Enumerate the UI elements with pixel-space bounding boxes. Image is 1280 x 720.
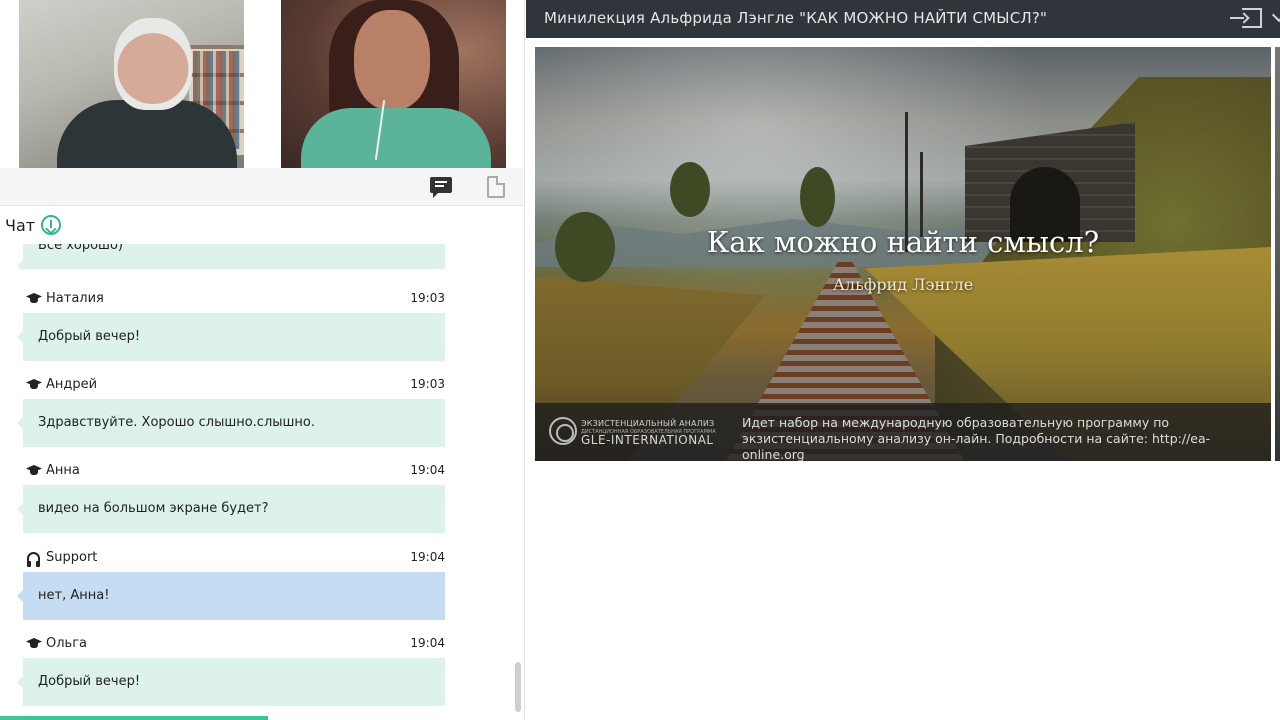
- message-bubble: видео на большом экране будет?: [17, 485, 445, 533]
- webinar-room: Чат Все хорошо) Наталия 19:03 Добрый веч…: [0, 0, 1280, 720]
- message-header: Наталия 19:03: [23, 291, 445, 309]
- chat-message: Наталия 19:03 Добрый вечер!: [17, 291, 445, 361]
- chat-line: [435, 181, 447, 183]
- panel-toolbar: [0, 168, 524, 206]
- message-bubble: Добрый вечер!: [17, 658, 445, 706]
- chat-line: [435, 185, 444, 187]
- message-text: Здравствуйте. Хорошо слышно.слышно.: [38, 415, 316, 430]
- message-header: Анна 19:04: [23, 463, 445, 481]
- message-text: Добрый вечер!: [38, 329, 141, 344]
- slide-subtitle: Альфрид Лэнгле: [832, 275, 974, 294]
- message-text: Все хорошо): [38, 244, 123, 253]
- message-author: Анна: [46, 463, 80, 478]
- presentation-header: Минилекция Альфрида Лэнгле "КАК МОЖНО НА…: [526, 0, 1280, 38]
- graduation-cap-icon: [26, 293, 42, 305]
- next-slide-edge: [1275, 47, 1280, 461]
- message-text: нет, Анна!: [38, 588, 110, 603]
- message-bubble: Здравствуйте. Хорошо слышно.слышно.: [17, 399, 445, 447]
- message-header: Андрей 19:03: [23, 377, 445, 395]
- download-icon[interactable]: [41, 215, 62, 235]
- chat-title: Чат: [5, 215, 36, 235]
- document-icon[interactable]: [487, 176, 505, 198]
- message-time: 19:04: [410, 636, 445, 650]
- message-bubble: Добрый вечер!: [17, 313, 445, 361]
- message-time: 19:04: [410, 550, 445, 564]
- message-author: Support: [46, 550, 98, 565]
- slide-tree: [800, 167, 835, 227]
- chevron-down-icon[interactable]: [1271, 7, 1280, 23]
- message-time: 19:03: [410, 377, 445, 391]
- slide-footer: ЭКЗИСТЕНЦИАЛЬНЫЙ АНАЛИЗ ДИСТАНЦИОННАЯ ОБ…: [535, 403, 1271, 461]
- message-bubble: нет, Анна!: [17, 572, 445, 620]
- headset-icon: [26, 552, 42, 567]
- slide-title: Как можно найти смысл?: [706, 225, 1100, 259]
- video-feed-presenter[interactable]: [19, 0, 244, 168]
- slide-tree: [670, 162, 710, 217]
- chat-header: Чат: [5, 214, 62, 236]
- slide-notice: Идет набор на международную образователь…: [742, 415, 1211, 461]
- video-feed-moderator[interactable]: [281, 0, 506, 168]
- exit-icon[interactable]: [1230, 8, 1262, 28]
- message-author: Андрей: [46, 377, 98, 392]
- presenter-body: [57, 100, 237, 168]
- graduation-cap-icon: [26, 638, 42, 650]
- presenter-head: [114, 18, 192, 110]
- moderator-shirt: [301, 108, 491, 168]
- chat-message: Ольга 19:04 Добрый вечер!: [17, 636, 445, 706]
- message-header: Support 19:04: [23, 550, 445, 568]
- brand-caption: ЭКЗИСТЕНЦИАЛЬНЫЙ АНАЛИЗ: [581, 419, 715, 428]
- chat-message-partial: Все хорошо): [17, 244, 445, 272]
- presentation-slide[interactable]: Как можно найти смысл? Альфрид Лэнгле ЭК…: [535, 47, 1271, 461]
- chat-scrollbar[interactable]: [515, 662, 521, 712]
- message-author: Ольга: [46, 636, 87, 651]
- brand-logo: [549, 417, 577, 445]
- message-header: Ольга 19:04: [23, 636, 445, 654]
- graduation-cap-icon: [26, 379, 42, 391]
- graduation-cap-icon: [26, 465, 42, 477]
- slide-tunnel: [965, 122, 1135, 242]
- chat-message: Андрей 19:03 Здравствуйте. Хорошо слышно…: [17, 377, 445, 447]
- left-panel: Чат Все хорошо) Наталия 19:03 Добрый веч…: [0, 0, 525, 720]
- brand-name: GLE-INTERNATIONAL: [581, 433, 714, 447]
- message-text: Добрый вечер!: [38, 674, 141, 689]
- chat-icon[interactable]: [430, 177, 452, 198]
- message-author: Наталия: [46, 291, 104, 306]
- chat-message-support: Support 19:04 нет, Анна!: [17, 550, 445, 620]
- message-time: 19:03: [410, 291, 445, 305]
- loading-progress-bar: [0, 716, 268, 720]
- message-text: видео на большом экране будет?: [38, 501, 269, 516]
- presentation-title: Минилекция Альфрида Лэнгле "КАК МОЖНО НА…: [544, 9, 1048, 27]
- moderator-face: [354, 10, 430, 110]
- chat-message: Анна 19:04 видео на большом экране будет…: [17, 463, 445, 533]
- chat-messages[interactable]: Все хорошо) Наталия 19:03 Добрый вечер! …: [0, 244, 512, 712]
- message-text-partial: Все хорошо): [17, 244, 445, 272]
- message-time: 19:04: [410, 463, 445, 477]
